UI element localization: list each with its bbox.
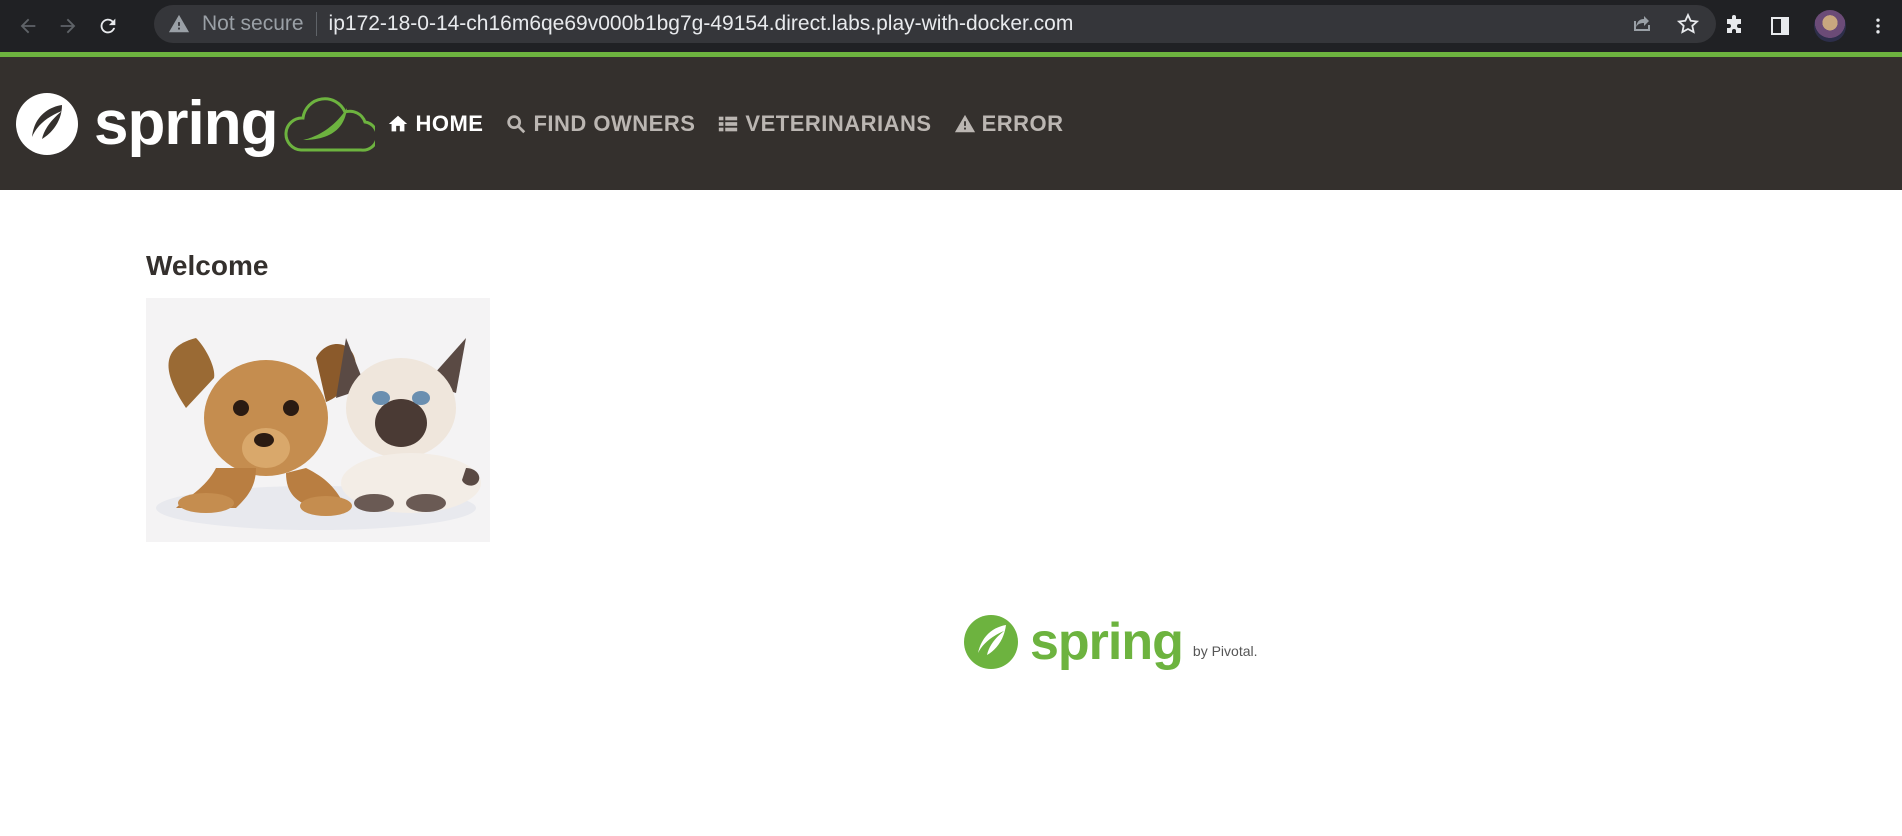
menu-icon[interactable] [1868,14,1888,38]
browser-actions [1722,0,1902,52]
footer-logo: spring by Pivotal. [962,612,1902,672]
nav-error-label: ERROR [981,110,1064,136]
search-icon [507,114,526,133]
back-button[interactable] [10,8,46,44]
nav-veterinarians[interactable]: VETERINARIANS [717,111,931,137]
nav-find-owners-label: FIND OWNERS [533,110,696,136]
list-icon [719,116,738,131]
main-menu: HOME FIND OWNERS VETERINARIANS ERROR [387,111,1063,137]
spring-logo[interactable]: spring [14,88,376,159]
address-bar[interactable]: Not secure ip172-18-0-14-ch16m6qe69v000b… [154,5,1716,43]
nav-home[interactable]: HOME [387,111,483,137]
nav-error[interactable]: ERROR [954,111,1064,137]
spring-cloud-icon [284,96,376,152]
sidebar-icon[interactable] [1768,14,1792,38]
star-icon[interactable] [1676,12,1700,36]
warning-icon [168,14,190,33]
back-icon [20,18,36,34]
forward-icon [60,18,76,34]
url-text[interactable]: ip172-18-0-14-ch16m6qe69v000b1bg7g-49154… [329,12,1074,36]
nav-home-label: HOME [415,110,484,136]
page-title: Welcome [146,250,269,281]
share-icon[interactable] [1630,12,1654,36]
footer-byline: by Pivotal. [1192,643,1258,659]
extensions-icon[interactable] [1722,14,1746,38]
omnibox-divider [315,12,317,36]
footer-wordmark: spring [1030,613,1184,671]
reload-icon [100,18,116,34]
browser-toolbar: Not secure ip172-18-0-14-ch16m6qe69v000b… [0,0,1902,52]
main-content: Welcome spring by Pivotal. [0,190,1902,672]
nav-veterinarians-label: VETERINARIANS [745,110,932,136]
spring-leaf-icon [964,615,1018,669]
warning-icon [954,114,975,132]
spring-leaf-icon [16,92,78,155]
forward-button[interactable] [50,8,86,44]
omnibox-actions [1630,12,1700,36]
home-icon [389,115,408,131]
app-navbar: spring HOME FIND OWNERS VETERINARIANS ER… [0,57,1902,190]
puppy-kitten-illustration [156,338,481,530]
brand-wordmark: spring [94,89,278,158]
avatar[interactable] [1814,10,1846,42]
reload-button[interactable] [90,8,126,44]
nav-find-owners[interactable]: FIND OWNERS [505,111,695,137]
pets-image [146,298,490,542]
security-label[interactable]: Not secure [202,12,304,36]
